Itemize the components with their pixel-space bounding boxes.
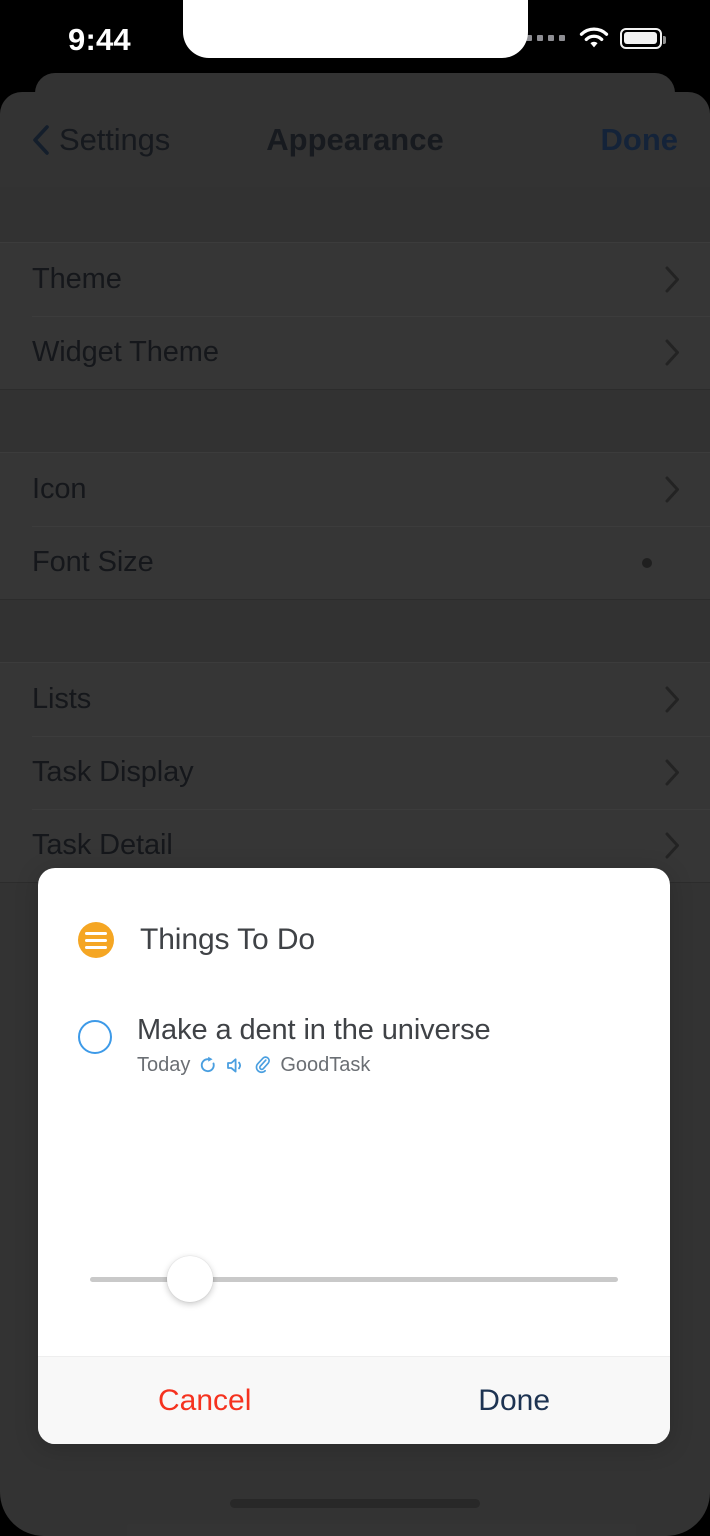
task-date-label: Today	[137, 1054, 191, 1076]
signal-dots-icon	[526, 35, 565, 41]
status-bar: 9:44	[0, 0, 710, 95]
device-notch	[183, 0, 528, 58]
modal-footer: Cancel Done	[38, 1356, 670, 1444]
cancel-button[interactable]: Cancel	[158, 1384, 251, 1418]
wifi-icon	[579, 27, 609, 48]
phone-screen: Settings Appearance Done Theme Widget Th…	[0, 0, 710, 1536]
list-name-label: Things To Do	[140, 923, 316, 956]
task-meta: Today GoodTask	[137, 1054, 491, 1077]
font-size-preview-modal: Things To Do Make a dent in the universe…	[38, 868, 670, 1444]
task-title: Make a dent in the universe	[137, 1014, 491, 1046]
circle-unchecked-icon[interactable]	[78, 1020, 112, 1054]
speaker-alert-icon	[227, 1058, 242, 1073]
slider-thumb[interactable]	[167, 1256, 214, 1302]
task-source-label: GoodTask	[280, 1054, 371, 1076]
task-row: Make a dent in the universe Today GoodTa…	[78, 1014, 630, 1077]
list-bullet-icon	[78, 922, 114, 958]
task-main: Make a dent in the universe Today GoodTa…	[137, 1014, 491, 1077]
done-button[interactable]: Done	[478, 1384, 550, 1418]
status-indicators	[526, 27, 666, 49]
modal-body: Things To Do Make a dent in the universe…	[38, 868, 670, 1356]
status-time: 9:44	[68, 22, 131, 57]
battery-icon	[620, 27, 666, 49]
paperclip-icon	[256, 1055, 271, 1073]
repeat-icon	[201, 1056, 216, 1072]
font-size-slider[interactable]	[90, 1256, 618, 1304]
list-header: Things To Do	[78, 922, 630, 958]
